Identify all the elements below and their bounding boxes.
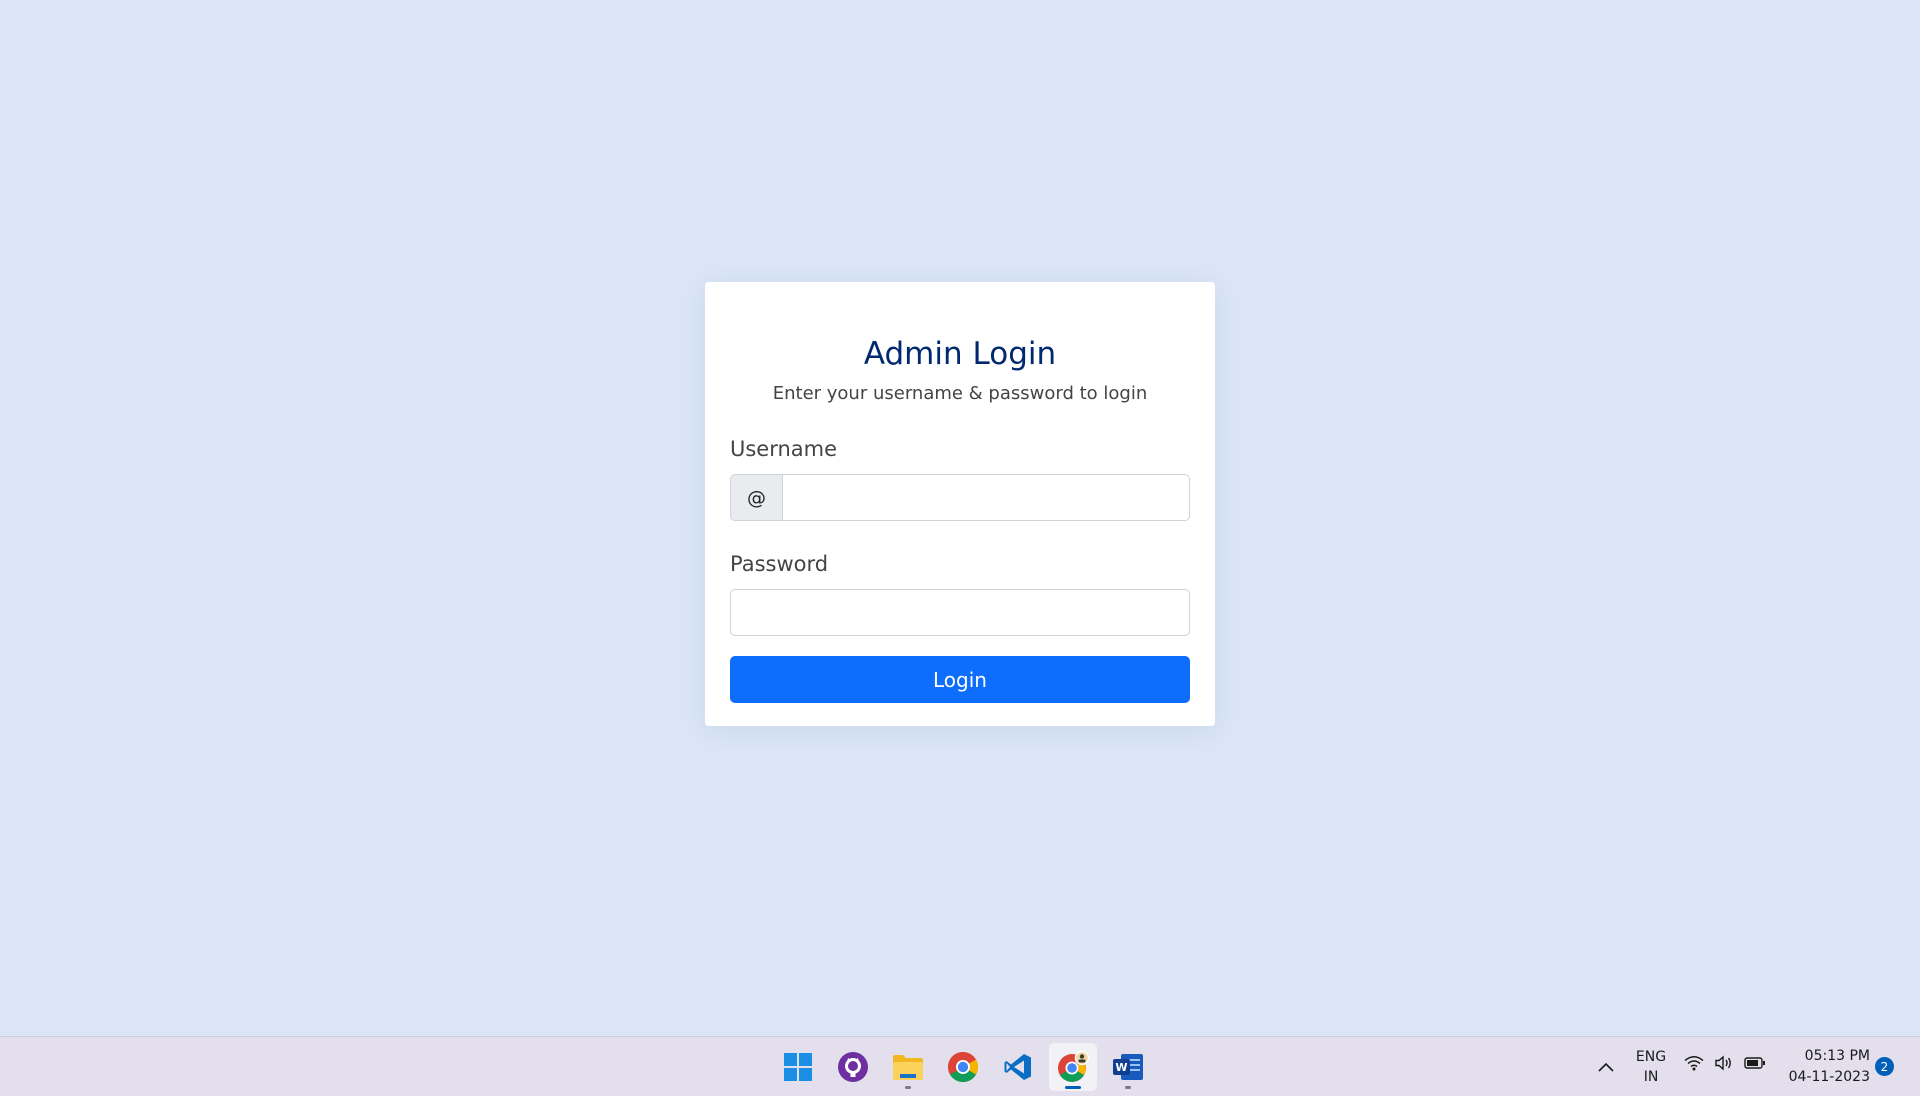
taskbar-apps: W bbox=[774, 1043, 1152, 1091]
running-indicator bbox=[905, 1086, 911, 1089]
windows-icon bbox=[784, 1053, 812, 1081]
password-input[interactable] bbox=[730, 589, 1190, 636]
language-indicator[interactable]: ENG IN bbox=[1628, 1047, 1674, 1087]
system-clock[interactable]: 05:13 PM 04-11-2023 bbox=[1776, 1046, 1870, 1088]
taskbar-word[interactable]: W bbox=[1104, 1043, 1152, 1091]
taskbar-github-desktop[interactable] bbox=[829, 1043, 877, 1091]
taskbar-file-explorer[interactable] bbox=[884, 1043, 932, 1091]
battery-icon bbox=[1744, 1057, 1765, 1069]
wifi-icon bbox=[1684, 1056, 1704, 1071]
word-icon: W bbox=[1113, 1054, 1143, 1080]
folder-icon bbox=[893, 1055, 923, 1080]
login-subtitle: Enter your username & password to login bbox=[772, 383, 1148, 404]
volume-icon bbox=[1715, 1055, 1731, 1071]
username-label: Username bbox=[730, 437, 838, 461]
login-button[interactable]: Login bbox=[730, 656, 1190, 703]
login-title: Admin Login bbox=[863, 336, 1057, 372]
vscode-icon bbox=[1004, 1054, 1031, 1080]
chrome-profile-icon bbox=[1058, 1050, 1090, 1082]
taskbar: W ENG IN 05:13 PM 04-11-2023 2 bbox=[0, 1036, 1920, 1096]
clock-date: 04-11-2023 bbox=[1788, 1069, 1870, 1085]
language-region: IN bbox=[1643, 1069, 1659, 1085]
svg-text:W: W bbox=[1115, 1061, 1127, 1074]
taskbar-start-button[interactable] bbox=[774, 1043, 822, 1091]
running-indicator bbox=[1125, 1086, 1131, 1089]
system-tray-quick-settings[interactable] bbox=[1684, 1055, 1766, 1071]
taskbar-chrome-profile[interactable] bbox=[1049, 1043, 1097, 1091]
at-sign-prefix: @ bbox=[730, 474, 782, 521]
show-hidden-icons-button[interactable] bbox=[1592, 1053, 1620, 1081]
taskbar-vscode[interactable] bbox=[994, 1043, 1042, 1091]
taskbar-chrome[interactable] bbox=[939, 1043, 987, 1091]
login-card: Admin Login Enter your username & passwo… bbox=[705, 282, 1215, 726]
clock-time: 05:13 PM bbox=[1804, 1048, 1870, 1064]
chrome-icon bbox=[947, 1052, 979, 1083]
username-input-group: @ bbox=[730, 474, 1190, 521]
github-icon bbox=[838, 1052, 868, 1082]
active-indicator bbox=[1065, 1086, 1081, 1089]
username-input[interactable] bbox=[782, 474, 1190, 521]
password-label: Password bbox=[730, 552, 829, 576]
chevron-up-icon bbox=[1598, 1062, 1614, 1072]
language-code: ENG bbox=[1635, 1049, 1667, 1065]
notification-badge[interactable]: 2 bbox=[1875, 1057, 1894, 1076]
